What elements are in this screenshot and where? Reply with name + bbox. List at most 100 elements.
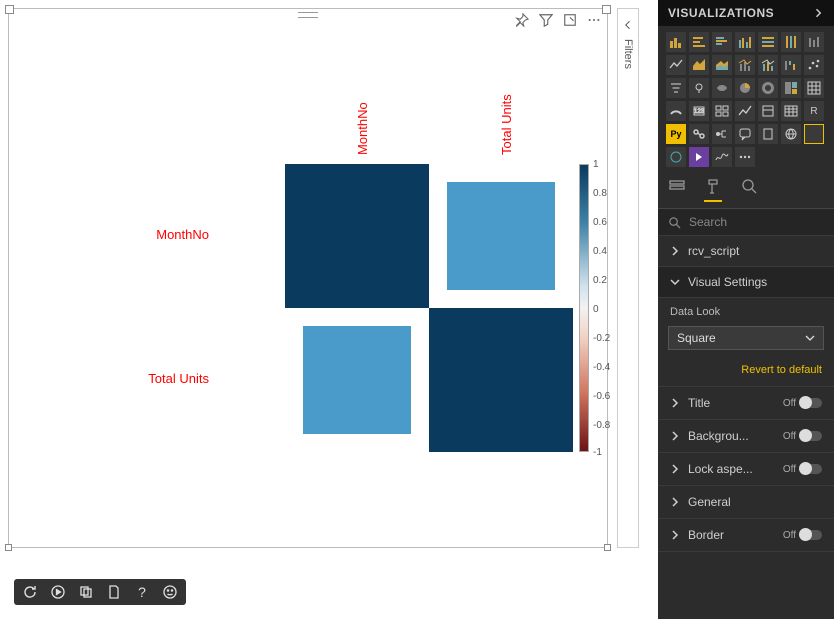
viz-qa-icon[interactable] (735, 124, 755, 144)
viz-pie-icon[interactable] (735, 78, 755, 98)
search-placeholder: Search (689, 215, 727, 229)
chevron-down-icon (805, 333, 815, 343)
section-title[interactable]: Title Off (658, 387, 834, 420)
viz-clustered-bar-icon[interactable] (712, 32, 732, 52)
filter-icon[interactable] (539, 13, 553, 30)
focus-icon[interactable] (563, 13, 577, 30)
viz-scatter-icon[interactable] (804, 55, 824, 75)
viz-line-icon[interactable] (666, 55, 686, 75)
smile-icon[interactable] (162, 584, 178, 600)
chevron-right-icon (670, 530, 680, 540)
format-tab-icon[interactable] (704, 177, 722, 202)
section-label: Visual Settings (688, 275, 767, 289)
data-look-label: Data Look (658, 298, 834, 322)
cb-tick: -0.6 (593, 391, 610, 402)
background-toggle[interactable]: Off (783, 431, 822, 442)
viz-area-icon[interactable] (689, 55, 709, 75)
viz-sparkline-icon[interactable] (712, 147, 732, 167)
correlation-matrix (285, 164, 573, 452)
play-icon[interactable] (50, 584, 66, 600)
viz-stacked-area-icon[interactable] (712, 55, 732, 75)
copy-icon[interactable] (78, 584, 94, 600)
border-toggle[interactable]: Off (783, 530, 822, 541)
matrix-cell-0-1 (429, 164, 573, 308)
matrix-col-label-0: MonthNo (355, 102, 370, 155)
cb-tick: 0.2 (593, 275, 607, 286)
viz-ribbon-icon[interactable] (804, 32, 824, 52)
viz-paginated-icon[interactable] (758, 124, 778, 144)
more-icon[interactable] (587, 13, 601, 30)
help-icon[interactable]: ? (134, 584, 150, 600)
resize-handle-bl[interactable] (5, 544, 12, 551)
search-box[interactable]: Search (658, 209, 834, 236)
matrix-cell-1-0 (285, 308, 429, 452)
viz-custom-selected-icon[interactable] (804, 124, 824, 144)
viz-filled-map-icon[interactable] (712, 78, 732, 98)
viz-key-influencers-icon[interactable] (689, 124, 709, 144)
dropdown-value: Square (677, 331, 716, 345)
section-label: rcv_script (688, 244, 739, 258)
revert-link[interactable]: Revert to default (658, 356, 834, 386)
page-icon[interactable] (106, 584, 122, 600)
viz-donut-icon[interactable] (758, 78, 778, 98)
colorbar (579, 164, 589, 452)
fields-tab-icon[interactable] (668, 177, 686, 202)
matrix-col-label-1: Total Units (499, 94, 514, 155)
chevron-right-icon (670, 398, 680, 408)
matrix-cell-0-0 (285, 164, 429, 308)
viz-line-clustered-icon[interactable] (758, 55, 778, 75)
analytics-tab-icon[interactable] (740, 177, 758, 202)
viz-slicer-icon[interactable] (758, 101, 778, 121)
viz-stacked-bar-h-icon[interactable] (689, 32, 709, 52)
viz-azure-map-icon[interactable] (666, 147, 686, 167)
filters-panel-collapsed[interactable]: Filters (617, 8, 639, 548)
cb-tick: -0.8 (593, 420, 610, 431)
drag-grip[interactable] (298, 12, 318, 18)
viz-r-icon[interactable]: R (804, 101, 824, 121)
lock-aspect-toggle[interactable]: Off (783, 464, 822, 475)
section-lock-aspect[interactable]: Lock aspe... Off (658, 453, 834, 486)
cb-tick: -0.4 (593, 362, 610, 373)
section-visual-settings[interactable]: Visual Settings (658, 267, 834, 298)
refresh-icon[interactable] (22, 584, 38, 600)
visual-frame[interactable]: MonthNo Total Units MonthNo Total Units … (8, 8, 608, 548)
viz-map-icon[interactable] (689, 78, 709, 98)
viz-kpi-icon[interactable] (735, 101, 755, 121)
viz-decomp-icon[interactable] (712, 124, 732, 144)
section-rcv-script[interactable]: rcv_script (658, 236, 834, 267)
viz-more-icon[interactable] (735, 147, 755, 167)
viz-matrix-icon[interactable] (804, 78, 824, 98)
chevron-left-icon (622, 19, 634, 31)
viz-line-stacked-icon[interactable] (735, 55, 755, 75)
cb-tick: -0.2 (593, 333, 610, 344)
toggle-label: Off (783, 398, 796, 409)
viz-waterfall-icon[interactable] (781, 55, 801, 75)
viz-funnel-icon[interactable] (666, 78, 686, 98)
section-border[interactable]: Border Off (658, 519, 834, 552)
section-general[interactable]: General (658, 486, 834, 519)
panel-header[interactable]: VISUALIZATIONS (658, 0, 834, 26)
pin-icon[interactable] (515, 13, 529, 30)
section-background[interactable]: Backgrou... Off (658, 420, 834, 453)
matrix-row-label-0: MonthNo (139, 227, 209, 242)
bottom-toolbar: ? (14, 579, 186, 605)
section-label: Backgrou... (688, 429, 749, 443)
viz-card-icon[interactable]: 123 (689, 101, 709, 121)
cb-tick: 1 (593, 159, 599, 170)
viz-table-icon[interactable] (781, 101, 801, 121)
viz-python-icon[interactable]: Py (666, 124, 686, 144)
viz-treemap-icon[interactable] (781, 78, 801, 98)
chevron-right-icon (670, 246, 680, 256)
data-look-dropdown[interactable]: Square (668, 326, 824, 350)
viz-100pct-col-icon[interactable] (781, 32, 801, 52)
viz-multi-card-icon[interactable] (712, 101, 732, 121)
viz-arcgis-icon[interactable] (781, 124, 801, 144)
viz-gauge-icon[interactable] (666, 101, 686, 121)
panel-title: VISUALIZATIONS (668, 6, 774, 20)
viz-powerapp-icon[interactable] (689, 147, 709, 167)
resize-handle-br[interactable] (604, 544, 611, 551)
viz-100pct-bar-icon[interactable] (758, 32, 778, 52)
viz-clustered-col-icon[interactable] (735, 32, 755, 52)
title-toggle[interactable]: Off (783, 398, 822, 409)
viz-stacked-bar-icon[interactable] (666, 32, 686, 52)
